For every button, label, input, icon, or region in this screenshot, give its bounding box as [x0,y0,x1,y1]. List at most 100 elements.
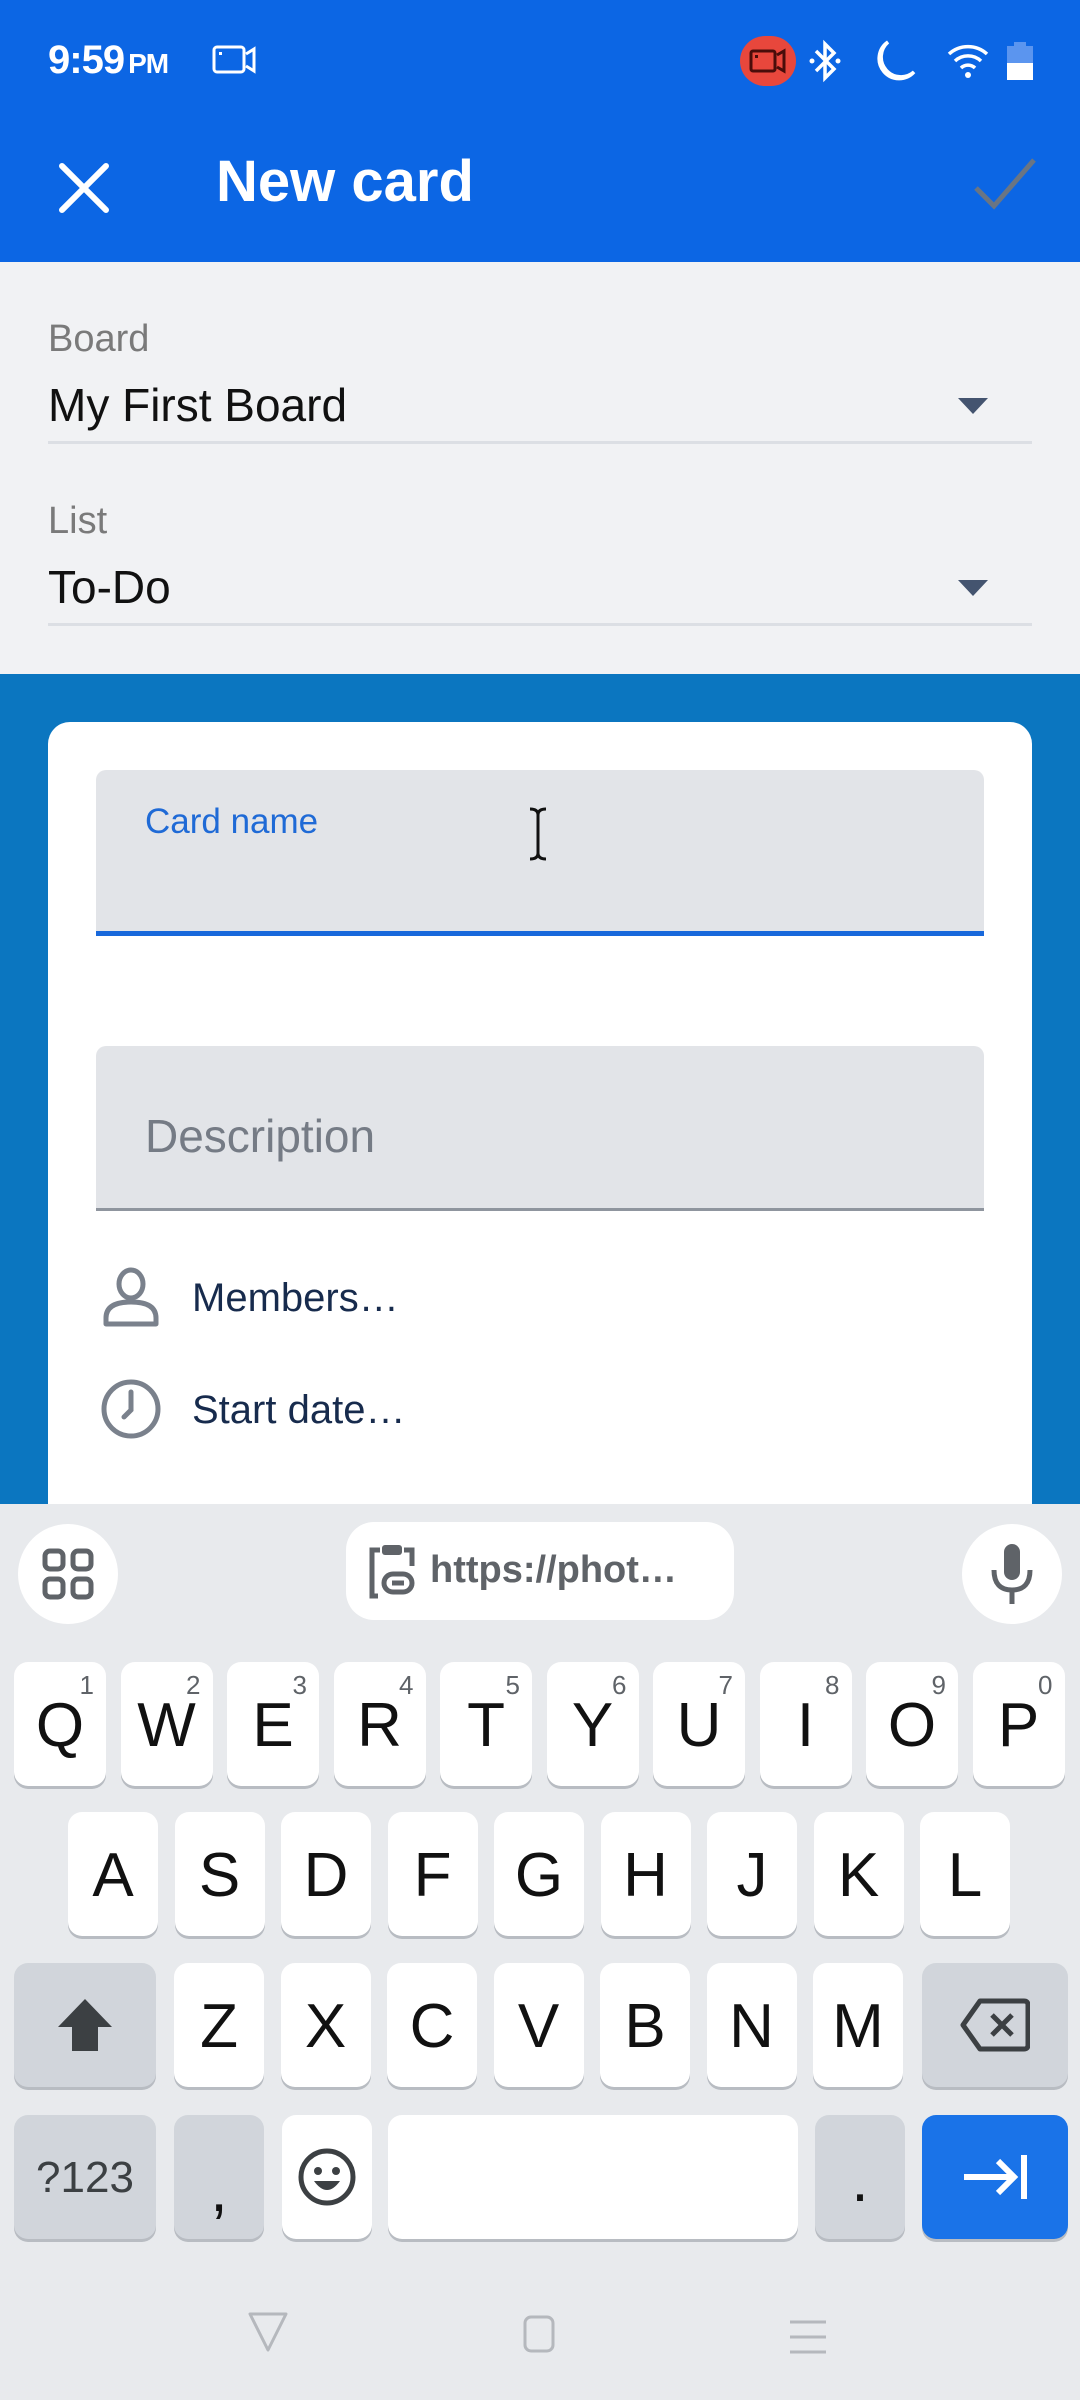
key-y[interactable]: Y6 [546,1662,639,1786]
key-g[interactable]: G [494,1812,584,1936]
members-label: Members… [192,1276,399,1320]
key-s[interactable]: S [174,1812,265,1936]
key-letter: X [304,1992,347,2061]
key-letter: M [832,1992,884,2061]
board-list-selectors: Board My First Board List To-Do [0,262,1080,674]
members-row[interactable]: Members… [96,1258,896,1338]
key-k[interactable]: K [813,1812,904,1936]
list-dropdown[interactable]: To-Do [48,552,1032,626]
check-icon[interactable] [970,150,1040,220]
key-hint-number: 7 [718,1670,733,1700]
list-label: List [48,500,108,542]
key-letter: D [303,1841,349,1910]
key-o[interactable]: O9 [866,1662,958,1786]
symbols-key[interactable]: ?123 [14,2115,156,2239]
do-not-disturb-moon-icon [877,40,916,81]
clipboard-text: https://phot… [430,1549,677,1591]
grid-icon [42,1548,94,1600]
key-p[interactable]: P0 [972,1662,1065,1786]
key-e[interactable]: E3 [227,1662,319,1786]
clock-icon [101,1379,161,1439]
key-letter: A [92,1841,134,1910]
card-name-input[interactable]: Card name [96,770,984,936]
key-hint-number: 4 [399,1670,414,1700]
list-value: To-Do [48,561,171,613]
key-h[interactable]: H [600,1812,691,1936]
voice-input-button[interactable] [962,1524,1062,1624]
key-hint-number: 2 [186,1670,201,1700]
key-l[interactable]: L [920,1812,1010,1936]
description-input[interactable]: Description [96,1046,984,1211]
status-time: 9:59 PM [48,38,169,83]
key-letter: V [517,1992,560,2061]
key-letter: K [837,1841,880,1910]
key-b[interactable]: B [600,1963,690,2087]
key-hint-number: 3 [292,1670,307,1700]
dropdown-caret-icon [958,398,988,414]
key-letter: G [514,1841,564,1910]
key-u[interactable]: U7 [653,1662,745,1786]
backspace-icon [960,1998,1030,2052]
battery-level [1007,63,1033,80]
emoji-key[interactable] [282,2115,372,2239]
key-letter: L [947,1841,983,1910]
key-j[interactable]: J [707,1812,797,1936]
ampm-text: PM [128,48,169,79]
key-letter: N [729,1992,774,2061]
key-letter: F [413,1841,452,1910]
key-letter: S [198,1841,241,1910]
key-a[interactable]: A [68,1812,158,1936]
next-field-key[interactable] [922,2115,1068,2239]
key-i[interactable]: I8 [759,1662,852,1786]
key-c[interactable]: C [387,1963,477,2087]
key-n[interactable]: N [706,1963,797,2087]
home-icon[interactable] [522,2314,556,2354]
key-r[interactable]: R4 [333,1662,426,1786]
key-x[interactable]: X [280,1963,371,2087]
key-hint-number: 9 [931,1670,946,1700]
key-q[interactable]: Q1 [14,1662,106,1786]
space-key[interactable] [388,2115,798,2239]
bluetooth-icon [809,39,841,83]
key-hint-number: 5 [505,1670,520,1700]
person-icon [103,1267,159,1327]
key-hint-number: 1 [79,1670,94,1700]
key-hint-number: 6 [612,1670,627,1700]
board-dropdown[interactable]: My First Board [48,370,1032,444]
dropdown-caret-icon [958,580,988,596]
key-z[interactable]: Z [174,1963,264,2087]
period-label: . [851,2146,869,2215]
close-icon[interactable] [52,154,118,220]
key-m[interactable]: M [813,1963,903,2087]
key-w[interactable]: W2 [120,1662,213,1786]
start-date-row[interactable]: Start date… [96,1370,896,1450]
key-hint-number: 0 [1038,1670,1053,1700]
screen-record-icon [212,45,256,74]
shift-key[interactable] [14,1963,156,2087]
key-d[interactable]: D [281,1812,371,1936]
key-v[interactable]: V [493,1963,584,2087]
card-name-label: Card name [145,802,319,841]
comma-key[interactable]: , [174,2115,264,2239]
key-letter: H [623,1841,668,1910]
period-key[interactable]: . [815,2115,905,2239]
key-letter: Z [200,1992,238,2061]
text-cursor-icon [529,807,547,861]
backspace-key[interactable] [922,1963,1068,2087]
clipboard-link-icon [369,1545,415,1599]
back-icon[interactable] [246,2310,290,2354]
emoji-icon [298,2148,356,2206]
board-label: Board [48,318,150,360]
symbols-label: ?123 [36,2153,134,2202]
wifi-icon [947,44,989,78]
shift-icon [58,1999,112,2051]
recents-icon[interactable] [788,2318,828,2356]
key-letter: C [409,1992,455,2061]
status-bar: 9:59 PM [0,0,1080,122]
clipboard-suggestion[interactable]: https://phot… [346,1522,734,1620]
keyboard-apps-button[interactable] [18,1524,118,1624]
page-title: New card [216,149,474,214]
key-f[interactable]: F [387,1812,478,1936]
key-t[interactable]: T5 [440,1662,532,1786]
board-value: My First Board [48,379,348,431]
